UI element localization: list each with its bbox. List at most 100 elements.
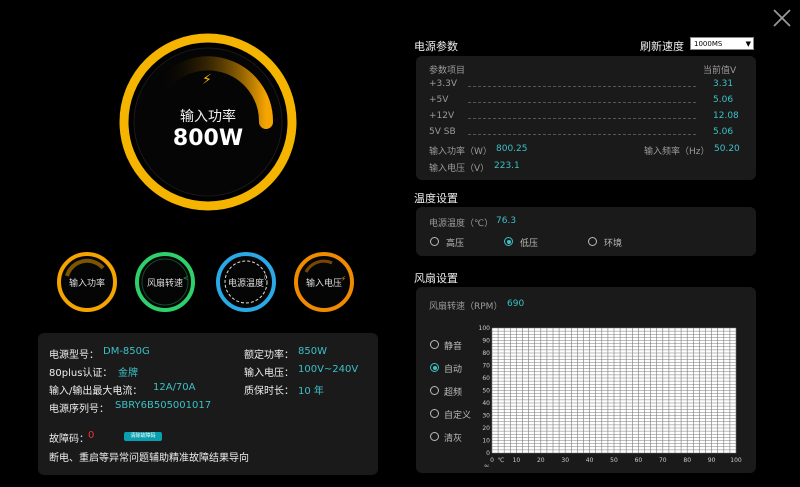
temp-option-label: 低压	[520, 239, 539, 249]
fault-code-value: 0	[88, 430, 95, 441]
temp-title: 温度设置	[414, 192, 458, 205]
refresh-label: 刷新速度	[640, 40, 684, 53]
fan-mode-radio-custom[interactable]	[430, 409, 439, 418]
param-name: +5V	[429, 95, 449, 105]
x-tick-label: 70	[659, 457, 667, 464]
mini-gauge-input-power: 输入功率	[55, 250, 119, 314]
temp-radio-low[interactable]	[504, 237, 513, 246]
input-frequency-value: 50.20	[714, 144, 740, 154]
cert-label: 80plus认证：	[49, 368, 113, 379]
bolt-icon: ⚡	[202, 72, 212, 88]
mini-gauge-label: 输入电压	[305, 279, 342, 289]
mini-gauge-label: 输入功率	[68, 279, 105, 289]
row-divider	[468, 118, 696, 119]
temp-option-label: 高压	[446, 239, 465, 249]
gauge-value: 800W	[172, 126, 244, 151]
temp-option-label: 环境	[604, 239, 623, 249]
params-title: 电源参数	[414, 40, 458, 53]
input-power-gauge: ⚡ 输入功率 800W	[118, 32, 298, 212]
fan-mode-radio-auto[interactable]	[430, 363, 439, 372]
y-tick-label: 80	[482, 350, 490, 357]
row-divider	[468, 134, 696, 135]
fan-speed-label: 风扇转速（RPM）	[429, 302, 503, 312]
x-tick-label: 0	[490, 457, 494, 464]
y-tick-label: 70	[482, 363, 490, 370]
y-tick-label: 100	[479, 325, 491, 332]
x-tick-label: 20	[537, 457, 545, 464]
fault-description: 断电、重启等异常问题辅助精准故障结果导向	[49, 453, 249, 464]
input-voltage-value: 223.1	[494, 161, 520, 171]
chevron-down-icon: ▼	[745, 40, 751, 48]
x-tick-label: 30	[561, 457, 569, 464]
y-tick-label: 20	[482, 425, 490, 432]
y-tick-label: 50	[482, 388, 490, 395]
y-tick-label: 90	[482, 338, 490, 345]
y-tick-label: 40	[482, 400, 490, 407]
mini-gauge-label: 风扇转速	[146, 279, 183, 289]
y-tick-label: 0	[486, 450, 490, 457]
y-tick-label: 30	[482, 413, 490, 420]
row-divider	[468, 86, 696, 87]
fan-mode-label: 自动	[444, 365, 463, 375]
psu-temp-label: 电源温度（℃）	[429, 219, 494, 229]
rated-power-label: 额定功率：	[244, 350, 294, 361]
input-voltage-label: 输入电压（V）	[429, 164, 490, 174]
input-power-value: 800.25	[496, 144, 528, 154]
x-tick-label: 40	[586, 457, 594, 464]
psu-temp-value: 76.3	[496, 216, 517, 226]
gauge-label: 输入功率	[180, 109, 236, 125]
x-tick-label: 100	[730, 457, 742, 464]
param-name: +12V	[429, 111, 455, 121]
temp-radio-ambient[interactable]	[588, 237, 597, 246]
warranty-label: 质保时长：	[244, 386, 294, 397]
refresh-select[interactable]: 1000MS ▼	[690, 37, 754, 50]
params-card: 参数项目 当前值V +3.3V 3.31 +5V 5.06 +12V 12.08…	[416, 56, 756, 180]
param-value: 12.08	[713, 111, 739, 121]
device-info-card: 电源型号： DM-850G 额定功率： 850W 80plus认证： 金牌 输入…	[38, 333, 378, 475]
fan-mode-radio-clean[interactable]	[430, 432, 439, 441]
input-power-label: 输入功率（W）	[429, 147, 492, 157]
x-tick-label: 90	[708, 457, 716, 464]
close-icon[interactable]	[772, 8, 792, 28]
fan-mode-label: 自定义	[444, 411, 472, 421]
param-name: 5V SB	[429, 127, 456, 137]
y-axis-label: %	[484, 464, 490, 467]
param-value: 3.31	[713, 79, 734, 89]
fault-code-label: 故障码：	[49, 434, 89, 445]
params-header-value: 当前值V	[703, 66, 737, 76]
fan-curve-chart[interactable]: 0 10 20 30 40 50 60 70 80 90 100 0 10 20 30 40 50 60 70 80 9…	[478, 323, 754, 467]
clear-fault-button[interactable]: 清除故障码	[124, 432, 162, 441]
param-name: +3.3V	[429, 79, 458, 89]
fan-mode-label: 超频	[444, 388, 463, 398]
y-tick-label: 60	[482, 375, 490, 382]
refresh-select-value: 1000MS	[694, 40, 723, 48]
model-value: DM-850G	[103, 346, 150, 357]
fan-card: 风扇转速（RPM） 690 静音 自动 超频 自定义 清灰 0 10 20 30 40 5…	[416, 287, 756, 473]
mini-gauge-psu-temp: ◊ 电源温度	[214, 250, 278, 314]
fan-speed-value: 690	[507, 299, 525, 309]
x-axis-label: ℃	[498, 457, 505, 464]
serial-value: SBRY6B505001017	[115, 400, 212, 411]
param-value: 5.06	[713, 127, 734, 137]
param-value: 5.06	[713, 95, 734, 105]
params-header-item: 参数项目	[429, 66, 466, 76]
mini-gauge-fan-speed: ≺ 风扇转速	[133, 250, 197, 314]
fan-mode-radio-silent[interactable]	[430, 340, 439, 349]
input-frequency-label: 输入频率（Hz）	[644, 147, 710, 157]
row-divider	[468, 102, 696, 103]
input-voltage-value: 100V~240V	[298, 364, 359, 375]
max-current-label: 输入/输出最大电流：	[49, 386, 143, 397]
cert-value: 金牌	[118, 368, 138, 379]
temp-radio-high[interactable]	[430, 237, 439, 246]
fan-title: 风扇设置	[414, 272, 458, 285]
temp-card: 电源温度（℃） 76.3 高压 低压 环境	[416, 207, 756, 256]
fan-mode-radio-turbo[interactable]	[430, 386, 439, 395]
x-tick-label: 60	[635, 457, 643, 464]
rated-power-value: 850W	[298, 346, 327, 357]
fan-mode-label: 清灰	[444, 434, 463, 444]
max-current-value: 12A/70A	[153, 382, 196, 393]
y-tick-label: 10	[482, 438, 490, 445]
model-label: 电源型号：	[49, 350, 99, 361]
serial-label: 电源序列号：	[49, 404, 109, 415]
input-voltage-label: 输入电压：	[244, 368, 294, 379]
